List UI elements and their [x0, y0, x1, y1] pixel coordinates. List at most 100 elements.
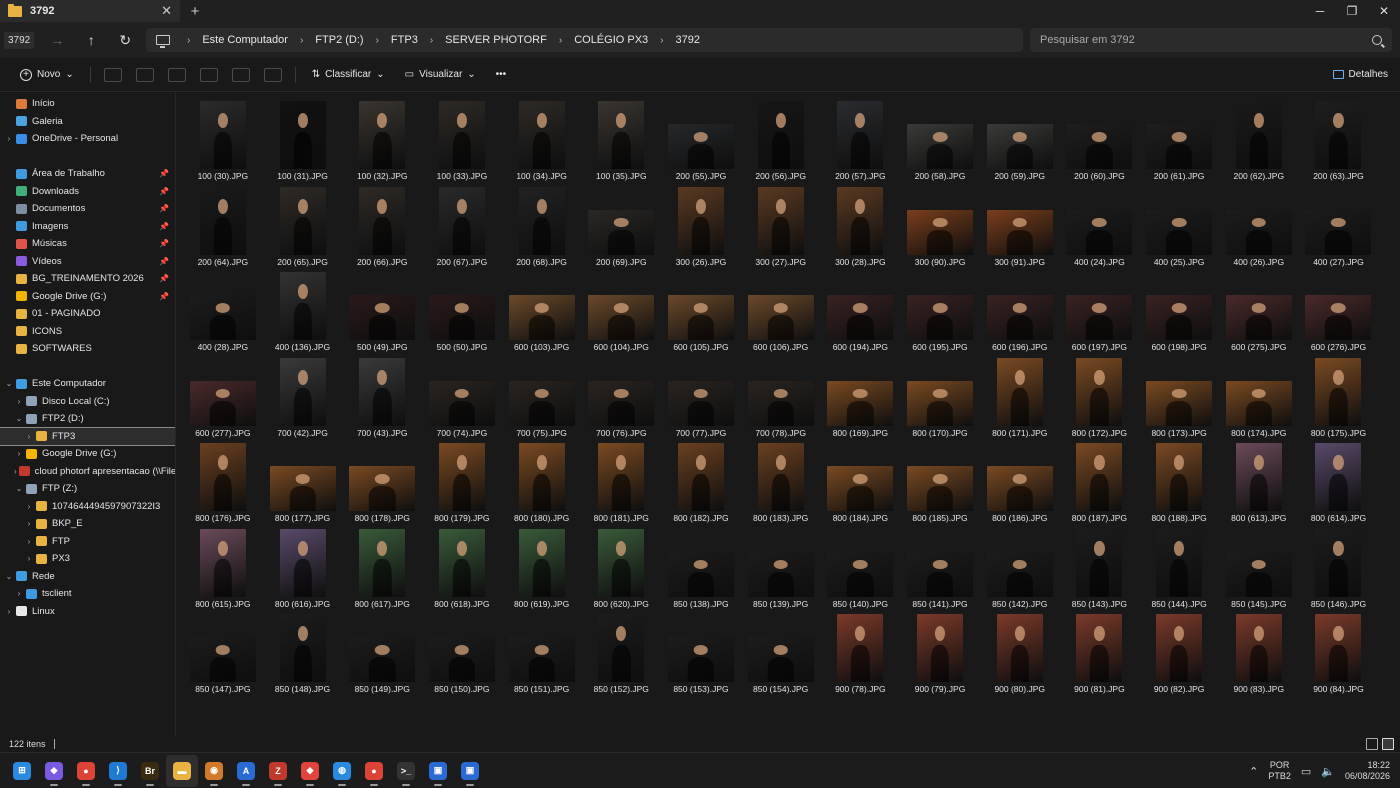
- expand-chevron-icon[interactable]: ›: [24, 519, 34, 528]
- sidebar-item[interactable]: › FTP3: [0, 426, 175, 446]
- close-window-button[interactable]: ✕: [1368, 4, 1400, 18]
- file-thumbnail[interactable]: 850 (147).JPG: [183, 610, 263, 696]
- file-thumbnail[interactable]: 700 (75).JPG: [502, 354, 582, 440]
- file-thumbnail[interactable]: 600 (103).JPG: [502, 268, 582, 354]
- chevron-right-icon[interactable]: ›: [293, 35, 310, 46]
- expand-chevron-icon[interactable]: ›: [14, 589, 24, 598]
- file-thumbnail[interactable]: 800 (173).JPG: [1139, 354, 1219, 440]
- file-thumbnail[interactable]: 800 (613).JPG: [1219, 439, 1299, 525]
- file-thumbnail[interactable]: 300 (90).JPG: [900, 183, 980, 269]
- file-thumbnail[interactable]: 100 (33).JPG: [422, 97, 502, 183]
- file-thumbnail[interactable]: 700 (43).JPG: [342, 354, 422, 440]
- remote-desktop-2-button[interactable]: ▣: [454, 755, 486, 787]
- file-thumbnail[interactable]: 600 (198).JPG: [1139, 268, 1219, 354]
- expand-chevron-icon[interactable]: ⌄: [14, 484, 24, 493]
- new-tab-button[interactable]: +: [180, 3, 210, 20]
- file-thumbnail[interactable]: 850 (146).JPG: [1299, 525, 1379, 611]
- sidebar-item[interactable]: BG_TREINAMENTO 2026 📌: [0, 270, 175, 288]
- sidebar-item[interactable]: SOFTWARES: [0, 340, 175, 358]
- file-thumbnail[interactable]: 900 (79).JPG: [900, 610, 980, 696]
- expand-chevron-icon[interactable]: ›: [4, 134, 14, 143]
- details-view-icon[interactable]: [1366, 738, 1378, 750]
- volume-icon[interactable]: 🔈: [1321, 765, 1335, 778]
- file-thumbnail[interactable]: 300 (26).JPG: [661, 183, 741, 269]
- file-thumbnail[interactable]: 800 (169).JPG: [821, 354, 901, 440]
- file-thumbnail[interactable]: 800 (172).JPG: [1060, 354, 1140, 440]
- sidebar-item[interactable]: Documentos 📌: [0, 200, 175, 218]
- file-thumbnail[interactable]: 850 (152).JPG: [581, 610, 661, 696]
- file-thumbnail[interactable]: 800 (186).JPG: [980, 439, 1060, 525]
- file-thumbnail[interactable]: 200 (57).JPG: [821, 97, 901, 183]
- file-thumbnail[interactable]: 800 (174).JPG: [1219, 354, 1299, 440]
- expand-chevron-icon[interactable]: ⌄: [4, 379, 14, 388]
- file-thumbnail[interactable]: 800 (181).JPG: [581, 439, 661, 525]
- breadcrumb[interactable]: › Este Computador › FTP2 (D:) › FTP3 › S…: [146, 28, 1023, 52]
- expand-chevron-icon[interactable]: ›: [24, 537, 34, 546]
- filezilla-button[interactable]: Z: [262, 755, 294, 787]
- file-thumbnail[interactable]: 800 (618).JPG: [422, 525, 502, 611]
- file-thumbnail[interactable]: 100 (32).JPG: [342, 97, 422, 183]
- sidebar-item[interactable]: ⌄ FTP (Z:): [0, 480, 175, 498]
- expand-chevron-icon[interactable]: ›: [24, 554, 34, 563]
- sidebar-item[interactable]: › OneDrive - Personal: [0, 130, 175, 148]
- sidebar-item[interactable]: Downloads 📌: [0, 183, 175, 201]
- file-thumbnail[interactable]: 900 (80).JPG: [980, 610, 1060, 696]
- sidebar-item[interactable]: Galeria: [0, 113, 175, 131]
- translate-button[interactable]: A: [230, 755, 262, 787]
- file-thumbnail[interactable]: 850 (149).JPG: [342, 610, 422, 696]
- bridge-button[interactable]: Br: [134, 755, 166, 787]
- file-thumbnail[interactable]: 200 (66).JPG: [342, 183, 422, 269]
- file-thumbnail[interactable]: 100 (31).JPG: [263, 97, 343, 183]
- file-thumbnail[interactable]: 600 (276).JPG: [1299, 268, 1379, 354]
- up-arrow-icon[interactable]: ↑: [74, 32, 108, 48]
- close-tab-icon[interactable]: ✕: [161, 3, 172, 19]
- file-thumbnail[interactable]: 200 (67).JPG: [422, 183, 502, 269]
- file-thumbnail[interactable]: 400 (25).JPG: [1139, 183, 1219, 269]
- sidebar-item[interactable]: ⌄ FTP2 (D:): [0, 410, 175, 428]
- file-thumbnail[interactable]: 850 (142).JPG: [980, 525, 1060, 611]
- file-thumbnail[interactable]: 800 (176).JPG: [183, 439, 263, 525]
- sidebar-item[interactable]: Google Drive (G:) 📌: [0, 288, 175, 306]
- chrome-button[interactable]: ●: [70, 755, 102, 787]
- file-thumbnail[interactable]: 800 (179).JPG: [422, 439, 502, 525]
- sidebar-item[interactable]: Área de Trabalho 📌: [0, 165, 175, 183]
- clock[interactable]: 18:22 06/08/2026: [1345, 760, 1390, 782]
- explorer-button[interactable]: ▬: [166, 754, 198, 787]
- file-thumbnail[interactable]: 900 (82).JPG: [1139, 610, 1219, 696]
- file-thumbnail[interactable]: 800 (614).JPG: [1299, 439, 1379, 525]
- sidebar-item[interactable]: Início: [0, 95, 175, 113]
- chevron-right-icon[interactable]: ›: [423, 35, 440, 46]
- file-thumbnail[interactable]: 850 (145).JPG: [1219, 525, 1299, 611]
- file-thumbnail[interactable]: 800 (187).JPG: [1060, 439, 1140, 525]
- sidebar-item[interactable]: › Disco Local (C:): [0, 393, 175, 411]
- terminal-button[interactable]: >_: [390, 755, 422, 787]
- sidebar-item[interactable]: Vídeos 📌: [0, 253, 175, 271]
- sidebar-item[interactable]: › Linux: [0, 603, 175, 621]
- file-thumbnail[interactable]: 100 (30).JPG: [183, 97, 263, 183]
- file-thumbnail[interactable]: 500 (49).JPG: [342, 268, 422, 354]
- file-thumbnail[interactable]: 600 (194).JPG: [821, 268, 901, 354]
- breadcrumb-item[interactable]: FTP2 (D:): [310, 34, 368, 46]
- file-thumbnail[interactable]: 800 (616).JPG: [263, 525, 343, 611]
- file-thumbnail[interactable]: 800 (620).JPG: [581, 525, 661, 611]
- file-thumbnail[interactable]: 200 (68).JPG: [502, 183, 582, 269]
- file-thumbnail[interactable]: 800 (177).JPG: [263, 439, 343, 525]
- photo-app-button[interactable]: ◉: [198, 755, 230, 787]
- file-thumbnail[interactable]: 400 (24).JPG: [1060, 183, 1140, 269]
- file-thumbnail[interactable]: 700 (77).JPG: [661, 354, 741, 440]
- file-thumbnail[interactable]: 300 (91).JPG: [980, 183, 1060, 269]
- tab-3792[interactable]: 3792 ✕: [0, 0, 180, 22]
- chevron-right-icon[interactable]: ›: [369, 35, 386, 46]
- breadcrumb-item[interactable]: COLÉGIO PX3: [569, 34, 653, 46]
- sidebar-item[interactable]: Imagens 📌: [0, 218, 175, 236]
- file-thumbnail[interactable]: 800 (182).JPG: [661, 439, 741, 525]
- sidebar-item[interactable]: Músicas 📌: [0, 235, 175, 253]
- file-thumbnail[interactable]: 200 (58).JPG: [900, 97, 980, 183]
- file-thumbnail[interactable]: 850 (143).JPG: [1060, 525, 1140, 611]
- file-thumbnail[interactable]: 600 (275).JPG: [1219, 268, 1299, 354]
- sidebar-item[interactable]: ICONS: [0, 323, 175, 341]
- file-thumbnail[interactable]: 850 (140).JPG: [821, 525, 901, 611]
- sidebar-item[interactable]: › BKP_E: [0, 515, 175, 533]
- network-icon[interactable]: ▭: [1301, 765, 1311, 778]
- file-thumbnail[interactable]: 100 (34).JPG: [502, 97, 582, 183]
